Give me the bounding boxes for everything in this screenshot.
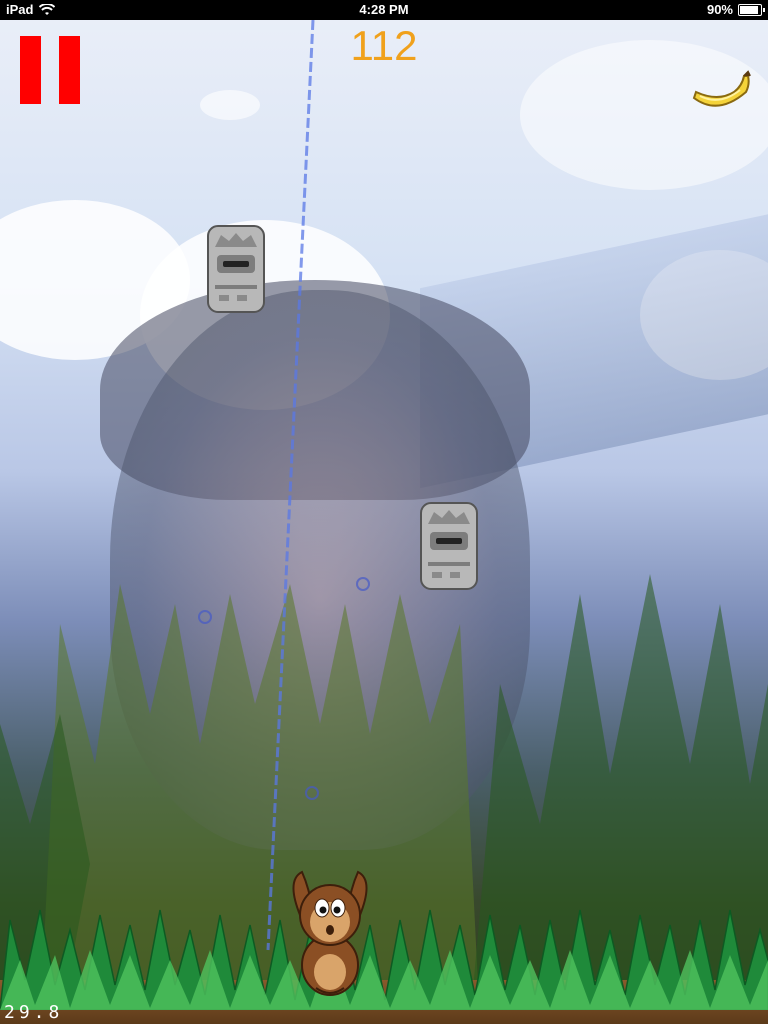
battery-percent: 90% [706,2,733,17]
game-screen: iPad 4:28 PM 90% 112 29.8 [0,0,768,1024]
stone-totem-icon [207,225,265,313]
fps-counter: 29.8 [4,1002,64,1023]
tracking-dot [305,786,319,800]
game-scene[interactable] [0,20,768,1024]
stone-totem-icon [420,502,478,590]
monkey-player-icon[interactable] [280,860,380,1000]
score-display: 112 [350,22,418,69]
aim-beam [266,20,315,951]
battery-icon [738,3,765,16]
tracking-dot [356,577,370,591]
grass [0,909,768,1010]
status-time: 4:28 PM [359,2,409,17]
banana-icon[interactable] [690,70,754,114]
tracking-dot [198,610,212,624]
status-bar: iPad 4:28 PM 90% [0,0,768,20]
battery-level [740,5,758,14]
